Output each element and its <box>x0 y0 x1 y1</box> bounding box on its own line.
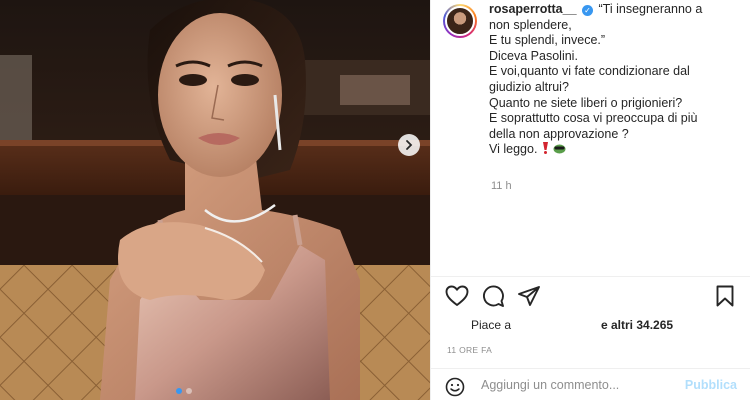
carousel-dots <box>176 388 192 394</box>
avatar-image <box>445 6 475 36</box>
post-timestamp: 11 ORE FA <box>447 345 493 355</box>
avatar[interactable] <box>443 4 477 38</box>
post-caption: rosaperrotta__ ✓ “Ti insegneranno a non … <box>443 2 743 158</box>
caption-line: Vi leggo. <box>489 142 737 158</box>
comment-icon[interactable] <box>481 285 505 307</box>
portrait-image <box>0 0 430 400</box>
share-icon[interactable] <box>517 285 541 307</box>
action-bar <box>445 285 739 311</box>
caption-line: della non approvazione ? <box>489 126 629 141</box>
caption-line: Quanto ne siete liberi o prigionieri? <box>489 95 683 110</box>
caption-body: rosaperrotta__ ✓ “Ti insegneranno a non … <box>489 2 737 158</box>
mask-face-icon <box>553 144 566 154</box>
smile-icon[interactable] <box>445 377 465 397</box>
chevron-right-icon <box>406 140 413 150</box>
carousel-dot <box>186 388 192 394</box>
caption-timestamp: 11 h <box>491 180 512 192</box>
caption-line: giudizio altrui? <box>489 79 569 94</box>
carousel-dot <box>176 388 182 394</box>
caption-line: rosaperrotta__ ✓ “Ti insegneranno a <box>489 2 737 18</box>
caption-emoji <box>541 142 566 155</box>
caption-line: non splendere, <box>489 17 572 32</box>
bookmark-icon[interactable] <box>715 285 735 307</box>
verified-badge-icon: ✓ <box>582 5 594 16</box>
caption-line: E soprattutto cosa vi preoccupa di più <box>489 111 698 126</box>
likes-count-link[interactable]: e altri 34.265 <box>601 318 673 332</box>
comment-bar: Pubblica <box>431 368 750 400</box>
caption-text: “Ti insegneranno a <box>598 2 703 16</box>
red-exclamation-icon <box>542 142 548 155</box>
caption-line: Diceva Pasolini. <box>489 48 578 63</box>
divider <box>431 276 750 277</box>
caption-line: E tu splendi, invece.” <box>489 33 606 48</box>
publish-button[interactable]: Pubblica <box>685 378 737 392</box>
carousel-next-button[interactable] <box>398 134 420 156</box>
caption-text: Vi leggo. <box>489 142 538 157</box>
likes-prefix: Piace a <box>471 318 512 332</box>
comment-input[interactable] <box>481 378 651 392</box>
post-photo[interactable] <box>0 0 430 400</box>
username-link[interactable]: rosaperrotta__ <box>489 2 577 16</box>
post-sidebar: rosaperrotta__ ✓ “Ti insegneranno a non … <box>430 0 750 400</box>
heart-icon[interactable] <box>445 285 469 307</box>
caption-line: E voi,quanto vi fate condizionare dal <box>489 64 690 79</box>
